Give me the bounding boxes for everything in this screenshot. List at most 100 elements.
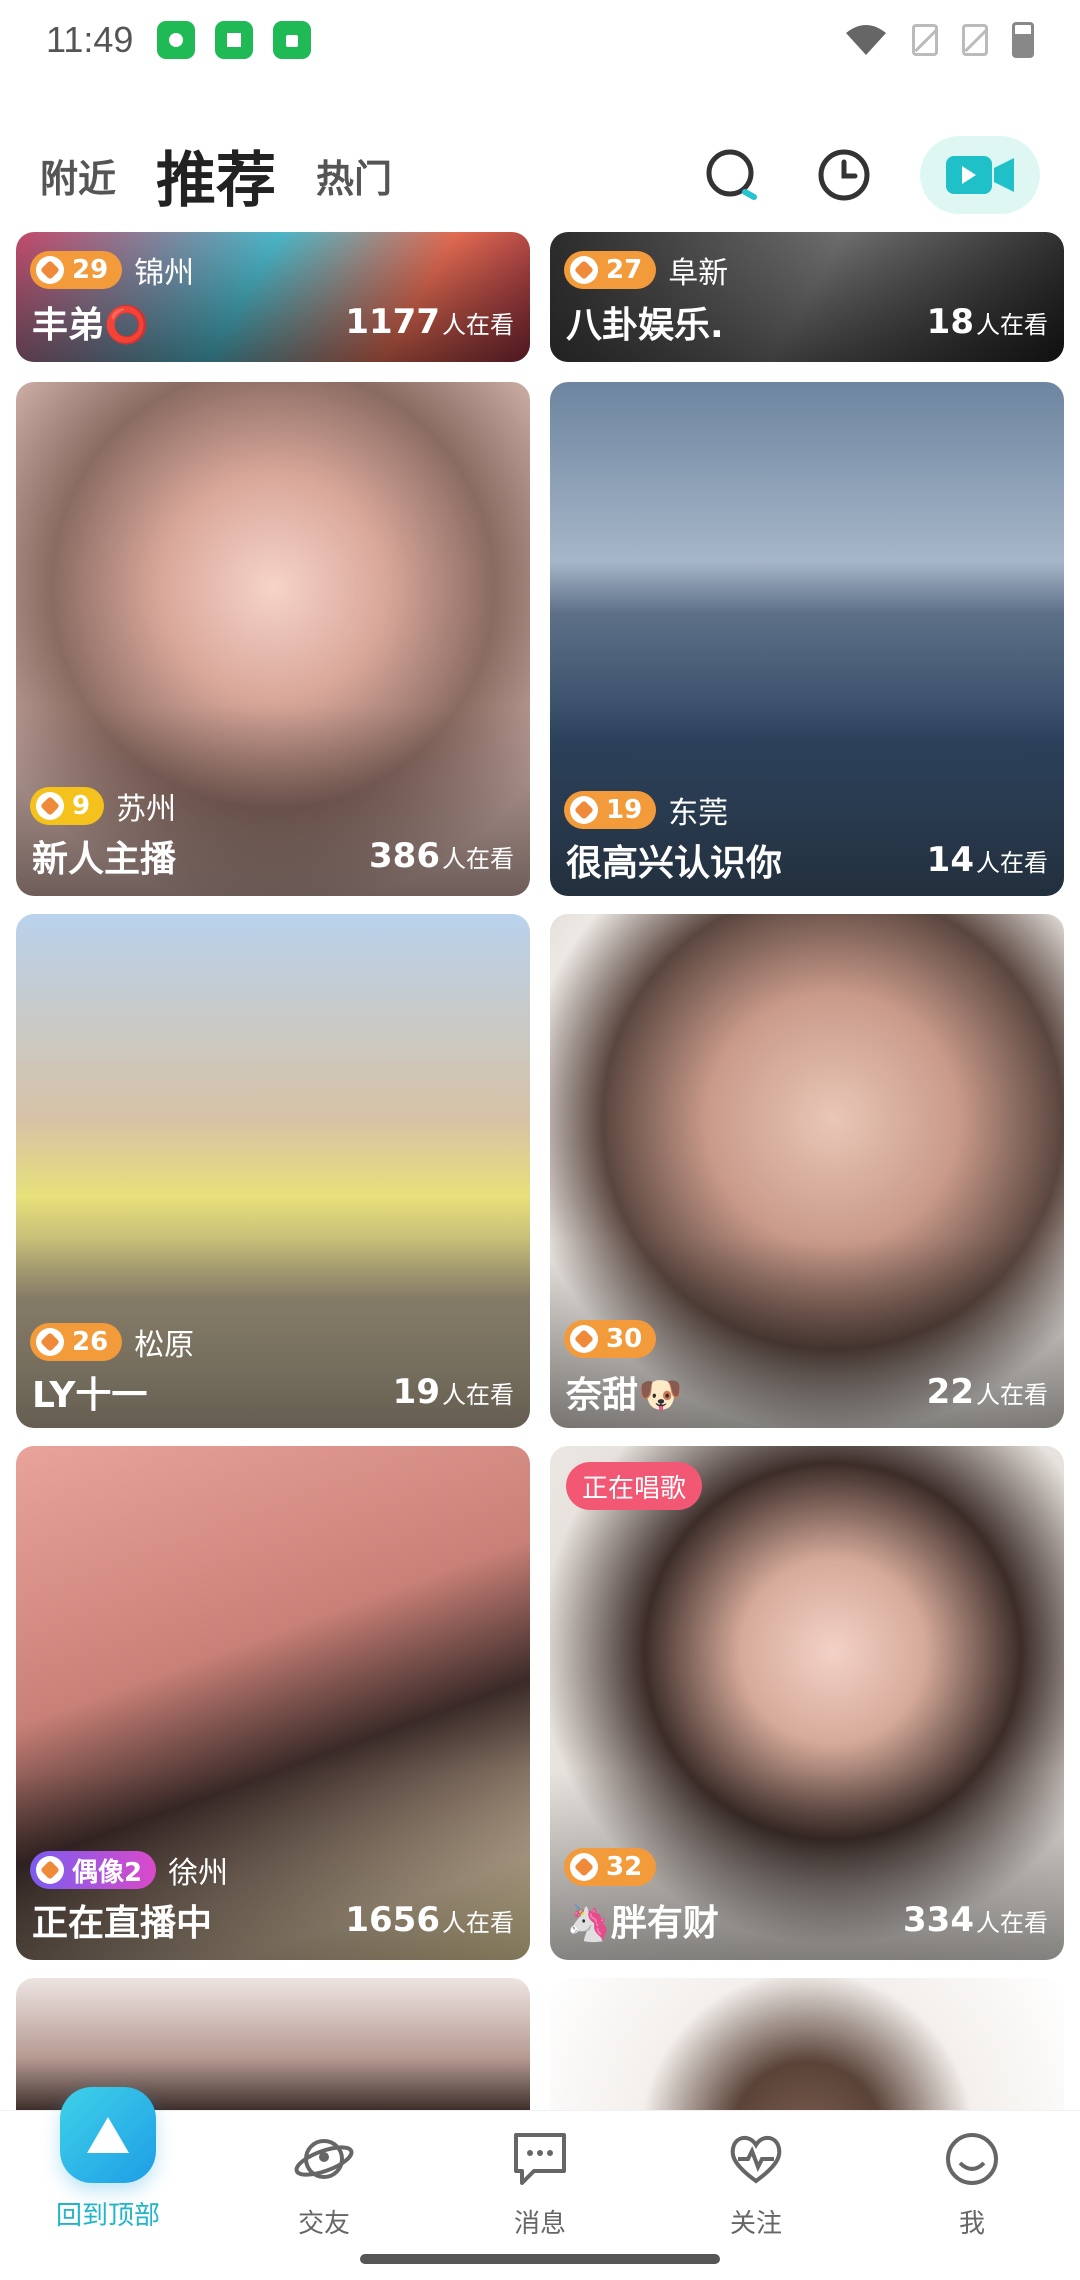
app-notification-icon bbox=[157, 21, 196, 59]
card-viewers: 19 人在看 bbox=[393, 1372, 514, 1412]
card-title: LY十一 bbox=[32, 1375, 148, 1416]
viewer-suffix: 人在看 bbox=[976, 1381, 1048, 1409]
viewer-suffix: 人在看 bbox=[442, 1381, 514, 1409]
viewer-count: 386 bbox=[369, 836, 440, 876]
level-badge: 19 bbox=[564, 791, 657, 829]
level-value: 30 bbox=[606, 1324, 643, 1354]
live-card[interactable] bbox=[550, 1978, 1064, 2112]
level-badge: 9 bbox=[30, 787, 105, 825]
battery-icon bbox=[1012, 22, 1034, 58]
live-card[interactable]: 9 苏州 新人主播 386 人在看 bbox=[16, 382, 530, 896]
viewer-count: 14 bbox=[926, 840, 974, 880]
nav-label: 消息 bbox=[513, 2209, 566, 2239]
viewer-count: 1177 bbox=[345, 302, 440, 342]
search-button[interactable] bbox=[696, 139, 768, 211]
live-card[interactable]: 26 松原 LY十一 19 人在看 bbox=[16, 914, 530, 1428]
wifi-icon bbox=[846, 25, 886, 55]
idol-icon bbox=[36, 1856, 64, 1884]
card-viewers: 1177 人在看 bbox=[345, 302, 514, 342]
coin-icon bbox=[36, 256, 64, 284]
up-arrow-icon bbox=[60, 2087, 156, 2183]
card-viewers: 1656 人在看 bbox=[345, 1900, 514, 1940]
viewer-suffix: 人在看 bbox=[976, 849, 1048, 877]
card-viewers: 386 人在看 bbox=[369, 836, 514, 876]
top-tabs: 附近 推荐 热门 bbox=[0, 110, 1080, 245]
card-city: 松原 bbox=[134, 1328, 195, 1363]
tab-recommended[interactable]: 推荐 bbox=[156, 132, 276, 245]
tab-popular[interactable]: 热门 bbox=[316, 148, 392, 203]
viewer-suffix: 人在看 bbox=[442, 845, 514, 873]
sim-off-icon bbox=[962, 24, 988, 56]
planet-icon bbox=[294, 2139, 354, 2179]
card-viewers: 334 人在看 bbox=[903, 1900, 1048, 1940]
nav-label: 关注 bbox=[729, 2209, 782, 2239]
home-indicator[interactable] bbox=[360, 2254, 720, 2264]
level-badge: 32 bbox=[564, 1848, 657, 1886]
coin-icon bbox=[570, 796, 598, 824]
level-value: 27 bbox=[606, 255, 643, 285]
level-value: 29 bbox=[72, 255, 109, 285]
card-viewers: 18 人在看 bbox=[927, 302, 1048, 342]
nav-label: 回到顶部 bbox=[55, 2201, 160, 2231]
smile-icon bbox=[946, 2133, 998, 2185]
card-title: 八卦娱乐. bbox=[566, 305, 724, 346]
nav-label: 交友 bbox=[297, 2209, 350, 2239]
heart-pulse-icon bbox=[730, 2135, 782, 2184]
card-viewers: 22 人在看 bbox=[927, 1372, 1048, 1412]
live-card[interactable]: 29 锦州 丰弟⭕ 1177 人在看 bbox=[16, 232, 530, 362]
coin-icon bbox=[570, 256, 598, 284]
coin-icon bbox=[36, 792, 64, 820]
nav-friends[interactable]: 交友 bbox=[244, 2127, 404, 2240]
nav-back-to-top[interactable]: 回到顶部 bbox=[28, 2087, 188, 2232]
card-viewers: 14 人在看 bbox=[927, 840, 1048, 880]
nav-me[interactable]: 我 bbox=[892, 2127, 1052, 2240]
live-card[interactable]: 正在唱歌 32 🦄胖有财 334 人在看 bbox=[550, 1446, 1064, 1960]
card-title: 很高兴认识你 bbox=[566, 843, 783, 884]
level-value: 32 bbox=[606, 1852, 643, 1882]
card-title: 🦄胖有财 bbox=[566, 1903, 719, 1944]
card-title: 正在直播中 bbox=[32, 1903, 213, 1944]
live-card[interactable]: 19 东莞 很高兴认识你 14 人在看 bbox=[550, 382, 1064, 896]
viewer-count: 18 bbox=[926, 302, 974, 342]
live-card[interactable]: 30 奈甜🐶 22 人在看 bbox=[550, 914, 1064, 1428]
card-city: 阜新 bbox=[668, 256, 729, 291]
coin-icon bbox=[570, 1853, 598, 1881]
card-title: 丰弟⭕ bbox=[32, 305, 149, 346]
app-notification-icon bbox=[273, 21, 312, 59]
start-live-button[interactable] bbox=[920, 136, 1040, 214]
card-title: 奈甜🐶 bbox=[566, 1375, 683, 1416]
card-city: 锦州 bbox=[134, 256, 195, 291]
viewer-suffix: 人在看 bbox=[442, 311, 514, 339]
level-badge: 27 bbox=[564, 251, 657, 289]
viewer-suffix: 人在看 bbox=[442, 1909, 514, 1937]
live-card[interactable]: 偶像2 徐州 正在直播中 1656 人在看 bbox=[16, 1446, 530, 1960]
level-badge: 30 bbox=[564, 1320, 657, 1358]
live-feed[interactable]: 29 锦州 丰弟⭕ 1177 人在看 27 阜新 八卦娱乐. 18 人在看 9 苏州… bbox=[0, 232, 1080, 2112]
viewer-count: 1656 bbox=[345, 1900, 440, 1940]
search-icon bbox=[706, 149, 757, 200]
level-value: 偶像2 bbox=[72, 1857, 143, 1888]
clock-icon bbox=[818, 149, 870, 201]
nav-label: 我 bbox=[958, 2209, 985, 2239]
app-notification-icon bbox=[215, 21, 254, 59]
viewer-count: 22 bbox=[926, 1372, 974, 1412]
chat-icon bbox=[514, 2133, 566, 2185]
coin-icon bbox=[570, 1325, 598, 1353]
idol-badge: 偶像2 bbox=[30, 1851, 157, 1889]
viewer-count: 334 bbox=[903, 1900, 974, 1940]
card-city: 东莞 bbox=[668, 796, 729, 831]
viewer-suffix: 人在看 bbox=[976, 1909, 1048, 1937]
coin-icon bbox=[36, 1328, 64, 1356]
viewer-suffix: 人在看 bbox=[976, 311, 1048, 339]
sim-off-icon bbox=[912, 24, 938, 56]
live-card[interactable]: 27 阜新 八卦娱乐. 18 人在看 bbox=[550, 232, 1064, 362]
tab-nearby[interactable]: 附近 bbox=[40, 148, 116, 203]
card-title: 新人主播 bbox=[32, 839, 177, 880]
level-badge: 29 bbox=[30, 251, 123, 289]
nav-follow[interactable]: 关注 bbox=[676, 2127, 836, 2240]
video-camera-icon bbox=[946, 156, 1014, 194]
nav-messages[interactable]: 消息 bbox=[460, 2127, 620, 2240]
history-button[interactable] bbox=[808, 139, 880, 211]
level-badge: 26 bbox=[30, 1323, 123, 1361]
card-city: 苏州 bbox=[116, 792, 177, 827]
